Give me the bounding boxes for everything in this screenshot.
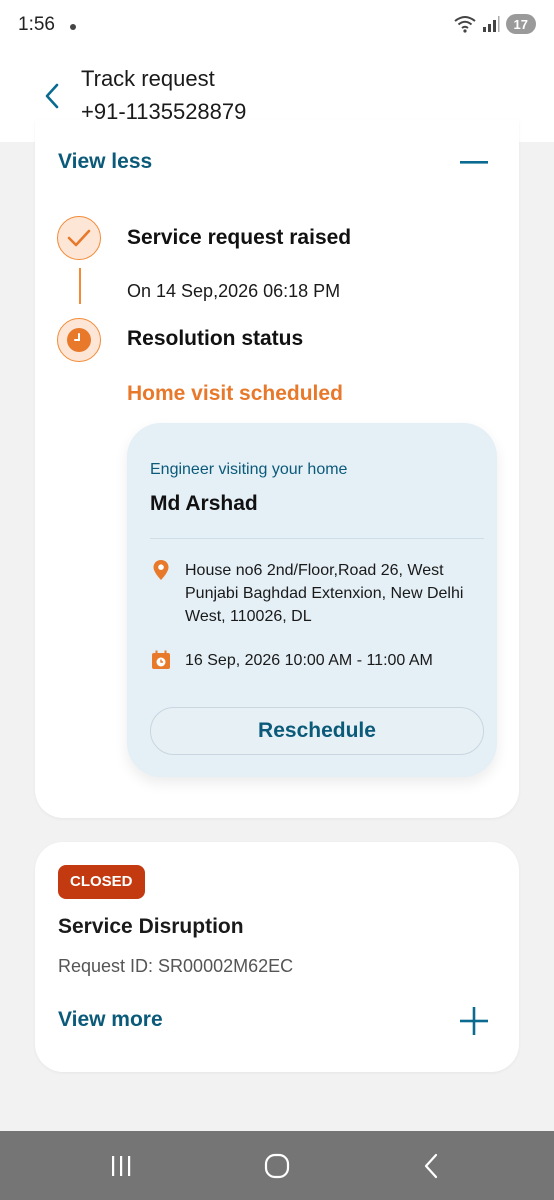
- resolution-status: Home visit scheduled: [127, 382, 343, 405]
- timeline-connector: [79, 268, 81, 304]
- step-title: Service request raised: [127, 226, 352, 249]
- battery-icon: 17: [505, 14, 536, 34]
- recent-apps-button[interactable]: [101, 1149, 141, 1183]
- clock-icon: [67, 328, 91, 352]
- back-button[interactable]: [36, 78, 68, 114]
- home-icon: [264, 1153, 290, 1179]
- status-icons: 17: [453, 14, 536, 34]
- notification-dot-icon: [70, 24, 76, 30]
- step-title: Resolution status: [127, 327, 304, 350]
- request-id: Request ID: SR00002M62EC: [58, 956, 294, 976]
- view-less-link[interactable]: View less: [58, 150, 152, 174]
- checkmark-icon: [67, 229, 91, 247]
- signal-icon: [482, 16, 500, 32]
- step-done-indicator: [57, 216, 101, 260]
- minus-icon: [460, 161, 488, 164]
- reschedule-button[interactable]: Reschedule: [150, 707, 484, 755]
- request-card: View less Service request raised On 14 S…: [35, 120, 519, 818]
- step-date: On 14 Sep,2026 06:18 PM: [127, 281, 341, 301]
- system-back-button[interactable]: [411, 1149, 451, 1183]
- home-button[interactable]: [257, 1149, 297, 1183]
- calendar-clock-icon: [150, 649, 172, 671]
- system-nav-bar: [0, 1131, 554, 1200]
- visit-time-slot: 16 Sep, 2026 10:00 AM - 11:00 AM: [185, 652, 433, 669]
- divider: [150, 538, 484, 539]
- back-chevron-icon: [424, 1153, 438, 1179]
- engineer-label: Engineer visiting your home: [150, 461, 348, 478]
- engineer-visit-panel: Engineer visiting your home Md Arshad Ho…: [127, 423, 497, 777]
- recent-apps-icon: [112, 1156, 131, 1176]
- collapse-button[interactable]: [459, 148, 489, 178]
- plus-icon: [460, 1007, 488, 1035]
- chevron-left-icon: [45, 83, 59, 109]
- visit-address: House no6 2nd/Floor,Road 26, West Punjab…: [185, 562, 464, 625]
- status-time: 1:56: [18, 14, 55, 35]
- view-more-link[interactable]: View more: [58, 1008, 163, 1032]
- closed-request-card: CLOSED Service Disruption Request ID: SR…: [35, 842, 519, 1072]
- page-title: Track request: [81, 66, 215, 91]
- location-pin-icon: [150, 559, 172, 581]
- step-current-indicator: [57, 318, 101, 362]
- status-badge: CLOSED: [58, 865, 145, 899]
- engineer-name: Md Arshad: [150, 492, 258, 515]
- expand-button[interactable]: [459, 1006, 489, 1036]
- status-bar: 1:56 17: [0, 0, 554, 52]
- request-title: Service Disruption: [58, 915, 244, 938]
- wifi-icon: [453, 16, 476, 33]
